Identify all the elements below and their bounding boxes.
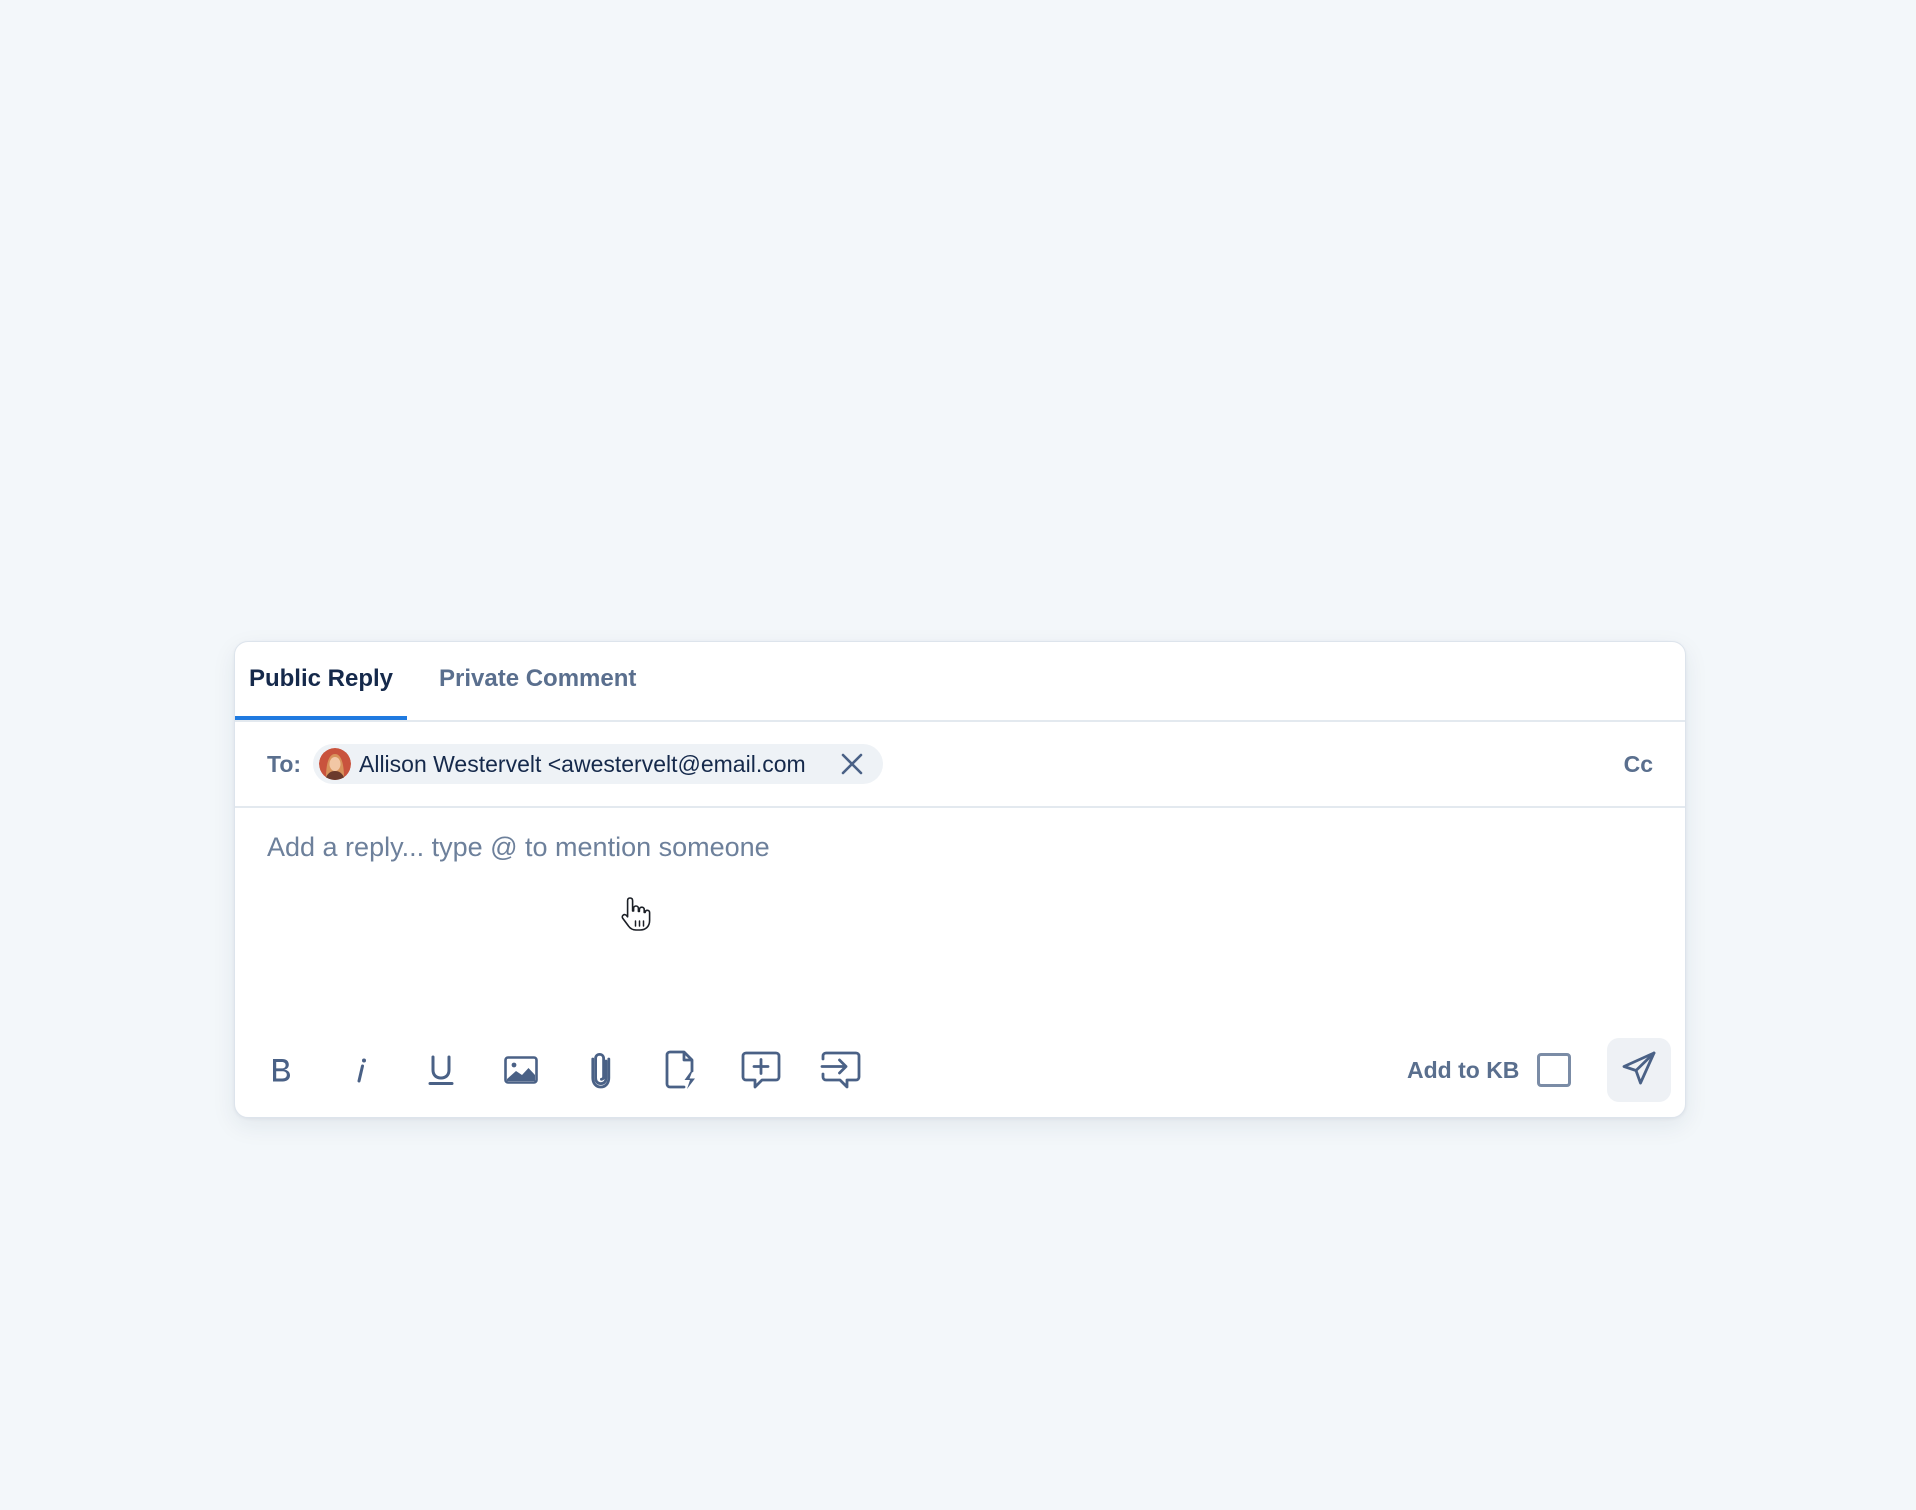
recipients-row: To: Allison Westervelt <awestervelt@emai… (235, 722, 1685, 808)
add-to-kb-checkbox[interactable] (1537, 1053, 1571, 1087)
add-comment-icon (740, 1050, 782, 1090)
italic-button[interactable] (337, 1046, 385, 1094)
to-label: To: (267, 751, 302, 777)
recipient-chip[interactable]: Allison Westervelt <awestervelt@email.co… (313, 744, 883, 784)
recipient-chip-text: Allison Westervelt <awestervelt@email.co… (359, 751, 806, 777)
attachment-icon (585, 1050, 617, 1090)
underline-button[interactable] (417, 1046, 465, 1094)
bold-button[interactable] (257, 1046, 305, 1094)
macro-file-icon (664, 1049, 698, 1091)
underline-icon (426, 1054, 456, 1086)
send-icon (1620, 1049, 1658, 1092)
reply-composer: Public Reply Private Comment To: Allison… (234, 641, 1686, 1118)
add-comment-button[interactable] (737, 1046, 785, 1094)
macro-button[interactable] (657, 1046, 705, 1094)
send-button[interactable] (1607, 1038, 1671, 1102)
add-to-kb-label: Add to KB (1407, 1057, 1520, 1083)
reply-input[interactable] (267, 832, 1647, 952)
bold-icon (267, 1055, 295, 1085)
image-icon (503, 1054, 539, 1086)
forward-icon (820, 1050, 862, 1090)
attach-file-button[interactable] (577, 1046, 625, 1094)
remove-recipient-close-icon[interactable] (839, 751, 865, 777)
avatar (319, 748, 351, 780)
hand-cursor-icon (619, 895, 653, 933)
insert-image-button[interactable] (497, 1046, 545, 1094)
tab-private-comment[interactable]: Private Comment (439, 642, 636, 720)
tab-public-reply[interactable]: Public Reply (235, 642, 407, 720)
cc-button[interactable]: Cc (1624, 722, 1653, 806)
composer-tabs: Public Reply Private Comment (235, 642, 1685, 722)
italic-icon (347, 1055, 375, 1085)
forward-button[interactable] (817, 1046, 865, 1094)
